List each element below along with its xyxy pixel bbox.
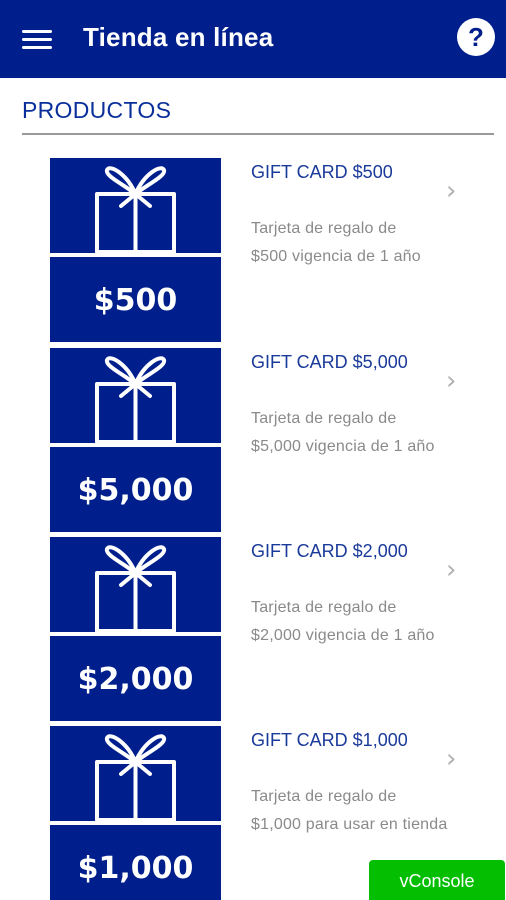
description-line: Tarjeta de regalo de <box>251 788 397 805</box>
description-line: $500 vigencia de 1 año <box>251 248 421 265</box>
gift-box-icon <box>95 356 176 444</box>
gift-box-icon <box>95 545 176 633</box>
card-price: $2,000 <box>77 662 194 697</box>
description-line: $1,000 para usar en tienda <box>251 816 448 833</box>
card-divider <box>50 253 221 257</box>
section-title: PRODUCTOS <box>22 97 172 123</box>
card-divider <box>50 443 221 447</box>
product-item-2[interactable]: $2,000 GIFT CARD $2,000 › Tarjeta de reg… <box>0 537 506 721</box>
product-title[interactable]: GIFT CARD $2,000 <box>251 541 408 562</box>
gift-box-icon <box>95 166 176 254</box>
gift-card-image: $1,000 <box>50 726 221 900</box>
gift-card-image: $2,000 <box>50 537 221 721</box>
gift-card-image: $500 <box>50 158 221 342</box>
question-icon[interactable]: ? <box>457 18 495 56</box>
chevron-right-icon[interactable]: › <box>446 176 456 206</box>
product-item-0[interactable]: $500 GIFT CARD $500 › Tarjeta de regalo … <box>0 158 506 342</box>
gift-card-image: $5,000 <box>50 348 221 532</box>
card-price: $1,000 <box>77 851 194 886</box>
chevron-right-icon[interactable]: › <box>446 555 456 585</box>
product-title[interactable]: GIFT CARD $1,000 <box>251 730 408 751</box>
chevron-right-icon[interactable]: › <box>446 744 456 774</box>
description-line: Tarjeta de regalo de <box>251 220 397 237</box>
description-line: $5,000 vigencia de 1 año <box>251 438 435 455</box>
app-bar: Tienda en línea ? <box>0 0 506 78</box>
app-title: Tienda en línea <box>83 22 274 52</box>
product-description: Tarjeta de regalo de $2,000 vigencia de … <box>251 594 461 650</box>
gift-box-icon <box>95 734 176 822</box>
product-description: Tarjeta de regalo de $5,000 vigencia de … <box>251 405 461 461</box>
vconsole-button[interactable]: vConsole <box>369 860 505 900</box>
hamburger-icon[interactable] <box>22 28 52 50</box>
card-price: $5,000 <box>77 473 194 508</box>
description-line: Tarjeta de regalo de <box>251 410 397 427</box>
card-divider <box>50 632 221 636</box>
card-price: $500 <box>93 283 178 318</box>
product-description: Tarjeta de regalo de $1,000 para usar en… <box>251 783 461 839</box>
description-line: Tarjeta de regalo de <box>251 599 397 616</box>
description-line: $2,000 vigencia de 1 año <box>251 627 435 644</box>
product-item-1[interactable]: $5,000 GIFT CARD $5,000 › Tarjeta de reg… <box>0 348 506 532</box>
product-title[interactable]: GIFT CARD $5,000 <box>251 352 408 373</box>
product-description: Tarjeta de regalo de $500 vigencia de 1 … <box>251 215 461 271</box>
product-title[interactable]: GIFT CARD $500 <box>251 162 393 183</box>
card-divider <box>50 821 221 825</box>
divider <box>22 133 494 135</box>
chevron-right-icon[interactable]: › <box>446 366 456 396</box>
